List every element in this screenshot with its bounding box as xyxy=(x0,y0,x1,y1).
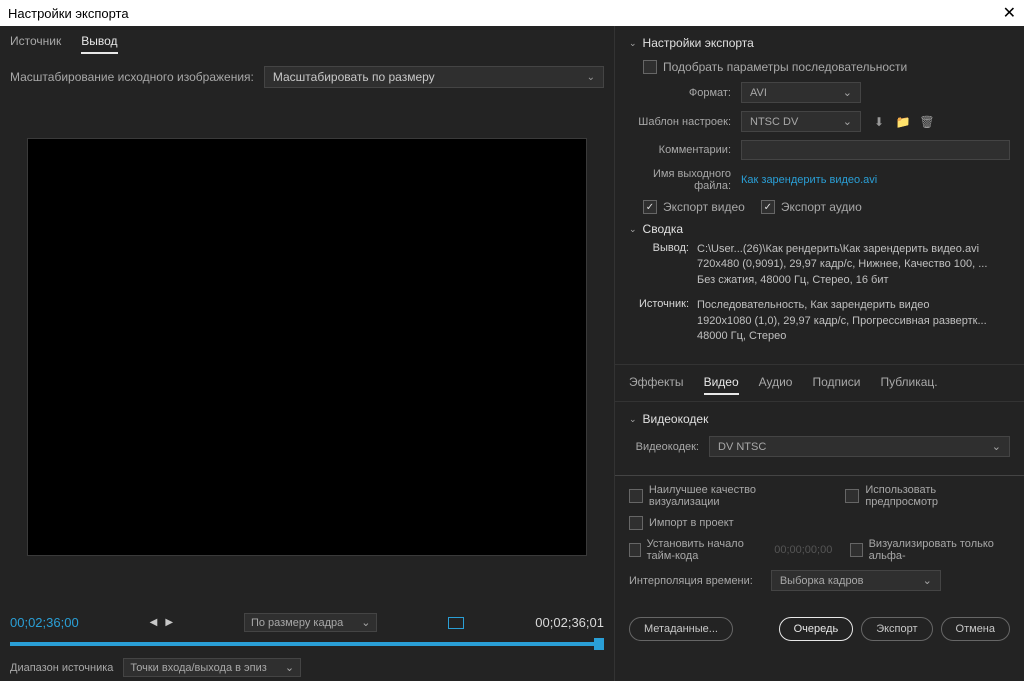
summary-title: Сводка xyxy=(643,222,684,236)
max-quality-checkbox[interactable] xyxy=(629,489,643,503)
set-timecode-label: Установить начало тайм-кода xyxy=(647,538,769,562)
settings-tabs: Эффекты Видео Аудио Подписи Публикац. xyxy=(615,365,1024,402)
chevron-down-icon: ⌄ xyxy=(843,86,852,99)
tab-publish[interactable]: Публикац. xyxy=(880,375,937,395)
summary-header[interactable]: ⌄ Сводка xyxy=(629,222,1010,236)
fit-value: По размеру кадра xyxy=(251,617,343,629)
import-project-label: Импорт в проект xyxy=(649,517,734,529)
timeline-slider[interactable] xyxy=(10,642,604,646)
export-settings-title: Настройки экспорта xyxy=(643,36,754,50)
max-quality-label: Наилучшее качество визуализации xyxy=(649,484,828,508)
scale-value: Масштабировать по размеру xyxy=(273,70,435,84)
preset-dropdown[interactable]: NTSC DV ⌄ xyxy=(741,111,861,132)
chevron-down-icon: ⌄ xyxy=(361,616,370,629)
scale-label: Масштабирование исходного изображения: xyxy=(10,70,254,84)
tab-audio[interactable]: Аудио xyxy=(759,375,793,395)
set-timecode-checkbox[interactable] xyxy=(629,543,641,557)
footer-buttons: Метаданные... Очередь Экспорт Отмена xyxy=(615,607,1024,651)
use-previews-checkbox[interactable] xyxy=(845,489,859,503)
chevron-down-icon: ⌄ xyxy=(992,440,1001,453)
match-sequence-label: Подобрать параметры последовательности xyxy=(663,60,907,74)
chevron-down-icon: ⌄ xyxy=(587,72,595,83)
preview-area xyxy=(0,98,614,607)
codec-dropdown[interactable]: DV NTSC ⌄ xyxy=(709,436,1010,457)
format-value: AVI xyxy=(750,87,767,99)
comments-label: Комментарии: xyxy=(629,144,741,156)
summary-src-text: Последовательность, Как зарендерить виде… xyxy=(697,298,1010,344)
summary-src-label: Источник: xyxy=(629,298,697,344)
range-value: Точки входа/выхода в эпиз xyxy=(130,662,266,674)
range-dropdown[interactable]: Точки входа/выхода в эпиз ⌄ xyxy=(123,658,301,677)
interp-dropdown[interactable]: Выборка кадров ⌄ xyxy=(771,570,941,591)
chevron-down-icon: ⌄ xyxy=(923,574,932,587)
tab-effects[interactable]: Эффекты xyxy=(629,375,684,395)
summary-out-text: C:\User...(26)\Как рендерить\Как заренде… xyxy=(697,242,1010,288)
export-settings-section: ⌄ Настройки экспорта Подобрать параметры… xyxy=(615,26,1024,365)
format-dropdown[interactable]: AVI ⌄ xyxy=(741,82,861,103)
preset-label: Шаблон настроек: xyxy=(629,116,741,128)
save-preset-icon[interactable]: ⬇ xyxy=(871,114,887,130)
aspect-ratio-icon[interactable] xyxy=(448,617,464,629)
next-frame-icon[interactable]: ▶ xyxy=(165,617,173,628)
import-project-checkbox[interactable] xyxy=(629,516,643,530)
codec-value: DV NTSC xyxy=(718,441,766,453)
chevron-down-icon: ⌄ xyxy=(285,661,294,674)
right-panel: ⌄ Настройки экспорта Подобрать параметры… xyxy=(615,26,1024,681)
range-label: Диапазон источника xyxy=(10,662,113,674)
tab-video[interactable]: Видео xyxy=(704,375,739,395)
export-video-checkbox[interactable] xyxy=(643,200,657,214)
tab-source[interactable]: Источник xyxy=(10,34,61,54)
export-audio-label: Экспорт аудио xyxy=(781,200,862,214)
timecode-out[interactable]: 00;02;36;01 xyxy=(535,615,604,630)
import-preset-icon[interactable]: 📁 xyxy=(895,114,911,130)
chevron-down-icon: ⌄ xyxy=(629,414,637,425)
left-panel: Источник Вывод Масштабирование исходного… xyxy=(0,26,615,681)
queue-button[interactable]: Очередь xyxy=(779,617,854,641)
export-audio-checkbox[interactable] xyxy=(761,200,775,214)
slider-handle[interactable] xyxy=(594,638,604,650)
prev-frame-icon[interactable]: ◀ xyxy=(150,617,158,628)
metadata-button[interactable]: Метаданные... xyxy=(629,617,733,641)
alpha-only-checkbox[interactable] xyxy=(850,543,862,557)
timecode-value: 00;00;00;00 xyxy=(774,544,832,556)
match-sequence-checkbox[interactable] xyxy=(643,60,657,74)
use-previews-label: Использовать предпросмотр xyxy=(865,484,1010,508)
title-bar: Настройки экспорта ✕ xyxy=(0,0,1024,26)
export-video-label: Экспорт видео xyxy=(663,200,745,214)
interp-value: Выборка кадров xyxy=(780,575,864,587)
close-icon[interactable]: ✕ xyxy=(1003,3,1016,23)
codec-header[interactable]: ⌄ Видеокодек xyxy=(629,412,1010,426)
chevron-down-icon: ⌄ xyxy=(843,115,852,128)
codec-section: ⌄ Видеокодек Видеокодек: DV NTSC ⌄ xyxy=(615,402,1024,476)
format-label: Формат: xyxy=(629,87,741,99)
tab-output[interactable]: Вывод xyxy=(81,34,117,54)
tab-captions[interactable]: Подписи xyxy=(812,375,860,395)
output-name-label: Имя выходного файла: xyxy=(629,168,741,192)
codec-title: Видеокодек xyxy=(643,412,709,426)
preset-value: NTSC DV xyxy=(750,116,798,128)
cancel-button[interactable]: Отмена xyxy=(941,617,1010,641)
interp-label: Интерполяция времени: xyxy=(629,575,753,587)
window-title: Настройки экспорта xyxy=(8,6,129,21)
comments-input[interactable] xyxy=(741,140,1010,160)
timecode-in[interactable]: 00;02;36;00 xyxy=(10,615,79,630)
fit-dropdown[interactable]: По размеру кадра ⌄ xyxy=(244,613,378,632)
bottom-options: Наилучшее качество визуализации Использо… xyxy=(615,476,1024,607)
output-name-link[interactable]: Как зарендерить видео.avi xyxy=(741,174,877,186)
chevron-down-icon: ⌄ xyxy=(629,38,637,49)
scale-dropdown[interactable]: Масштабировать по размеру ⌄ xyxy=(264,66,604,88)
export-button[interactable]: Экспорт xyxy=(861,617,932,641)
preview-box xyxy=(27,138,587,556)
alpha-only-label: Визуализировать только альфа- xyxy=(869,538,1010,562)
export-settings-header[interactable]: ⌄ Настройки экспорта xyxy=(629,36,1010,50)
summary-out-label: Вывод: xyxy=(629,242,697,288)
codec-label: Видеокодек: xyxy=(629,441,709,453)
chevron-down-icon: ⌄ xyxy=(629,224,637,235)
delete-preset-icon[interactable]: 🗑 xyxy=(919,114,935,130)
